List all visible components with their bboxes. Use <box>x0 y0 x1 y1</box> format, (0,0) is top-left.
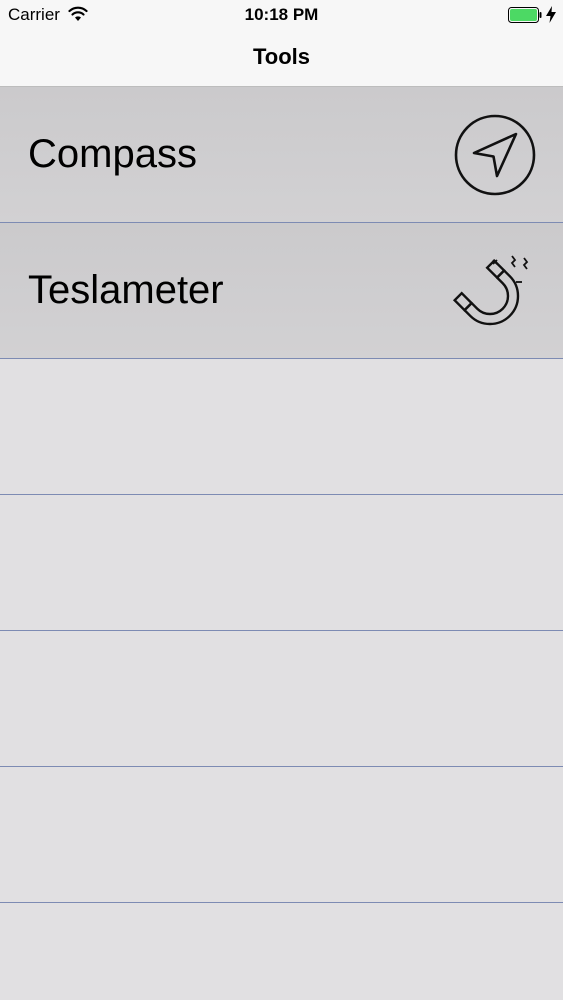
empty-row <box>0 631 563 767</box>
empty-row <box>0 359 563 495</box>
navigation-bar: Tools <box>0 30 563 87</box>
status-time: 10:18 PM <box>244 5 319 24</box>
charging-icon <box>546 6 556 23</box>
list-item-label: Teslameter <box>28 268 224 312</box>
page-title: Tools <box>252 44 311 69</box>
empty-row <box>0 903 563 1000</box>
empty-row <box>0 495 563 631</box>
list-item-teslameter[interactable]: Teslameter <box>0 223 563 359</box>
list-item-label: Compass <box>28 132 197 176</box>
compass-navigation-icon <box>454 114 536 196</box>
status-bar: Carrier 10:18 PM <box>0 0 563 30</box>
tools-list: Compass Teslameter <box>0 87 563 1000</box>
magnet-icon <box>452 255 529 326</box>
screen: Carrier 10:18 PM Tools Compass Teslamete <box>0 0 563 1000</box>
empty-row <box>0 767 563 903</box>
battery-icon <box>508 7 542 23</box>
list-item-compass[interactable]: Compass <box>0 87 563 223</box>
